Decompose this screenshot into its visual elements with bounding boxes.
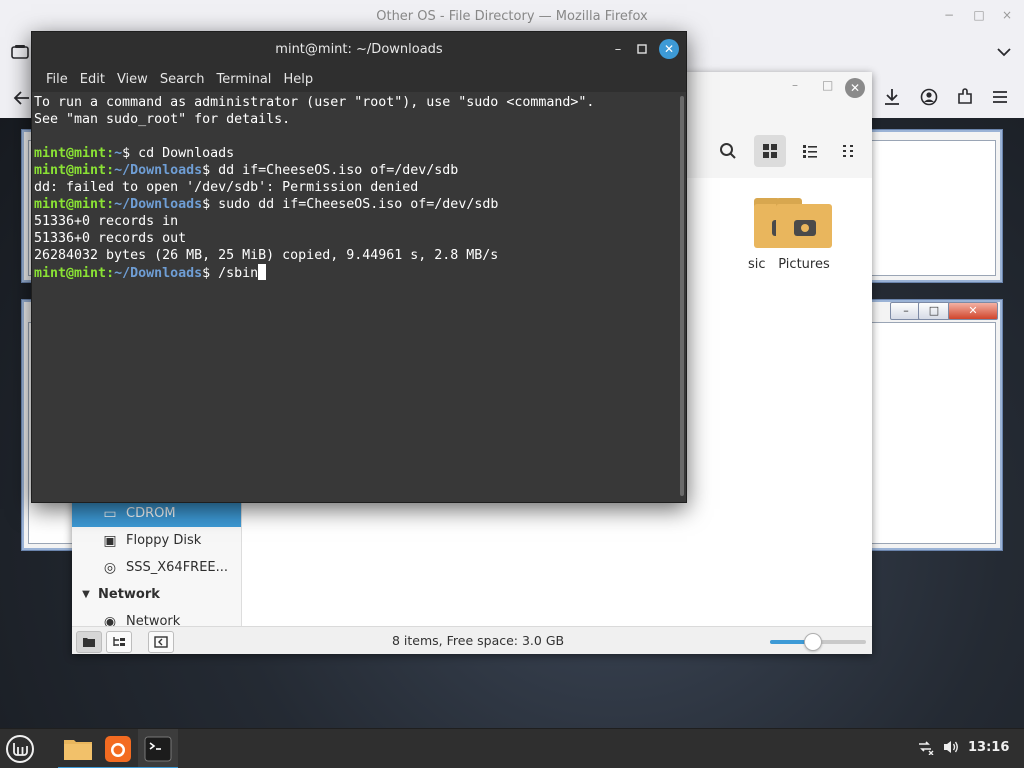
command-text: $ /sbin (202, 266, 259, 281)
network-icon: ◉ (103, 613, 117, 627)
prompt-user: mint@mint (34, 266, 107, 281)
menu-view[interactable]: View (117, 72, 148, 87)
disc-icon: ◎ (103, 559, 117, 576)
command-text: $ sudo dd if=CheeseOS.iso of=/dev/sdb (202, 197, 499, 212)
cdrom-icon: ▭ (103, 505, 117, 522)
files-icon (64, 740, 92, 760)
compact-view-icon[interactable] (833, 135, 865, 167)
menu-icon[interactable] (988, 85, 1012, 109)
chevron-down-icon[interactable] (992, 40, 1016, 64)
terminal-title: mint@mint: ~/Downloads (275, 41, 443, 57)
terminal-icon (144, 736, 172, 762)
terminal-close-button[interactable]: ✕ (659, 39, 679, 59)
terminal-menubar: File Edit View Search Terminal Help (32, 66, 686, 92)
taskbar-terminal-button[interactable] (138, 729, 178, 768)
floppy-icon: ▣ (103, 532, 117, 549)
command-text: $ cd Downloads (122, 146, 235, 161)
terminal-titlebar: mint@mint: ~/Downloads – ✕ (32, 32, 686, 66)
terminal-line: See "man sudo_root" for details. (34, 112, 291, 127)
icon-view-icon[interactable] (754, 135, 786, 167)
sidebar-item-label: CDROM (126, 506, 176, 521)
firefox-maximize-button[interactable]: □ (972, 8, 986, 22)
firefox-minimize-button[interactable]: − (942, 8, 956, 22)
menu-file[interactable]: File (46, 72, 68, 87)
terminal-line: 26284032 bytes (26 MB, 25 MiB) copied, 9… (34, 248, 499, 263)
menu-edit[interactable]: Edit (80, 72, 105, 87)
clock[interactable]: 13:16 (968, 740, 1009, 755)
terminal-line: mint@mint:~/Downloads$ dd if=CheeseOS.is… (34, 163, 459, 178)
menu-search[interactable]: Search (160, 72, 205, 87)
show-tree-button[interactable] (106, 631, 132, 653)
command-text: $ dd if=CheeseOS.iso of=/dev/sdb (202, 163, 459, 178)
prompt-user: mint@mint (34, 146, 107, 161)
terminal-line: dd: failed to open '/dev/sdb': Permissio… (34, 180, 419, 195)
terminal-line: 51336+0 records out (34, 231, 187, 246)
text-cursor (258, 264, 267, 280)
old-maximize-button[interactable]: □ (918, 302, 950, 320)
firefox-icon (105, 736, 131, 762)
terminal-scrollbar[interactable] (680, 96, 684, 496)
terminal-line: 51336+0 records in (34, 214, 179, 229)
zoom-slider-handle[interactable] (804, 633, 823, 651)
prompt-user: mint@mint (34, 163, 107, 178)
start-menu-button[interactable] (0, 729, 40, 768)
prompt-path: ~/Downloads (114, 163, 203, 178)
terminal-line: mint@mint:~/Downloads$ sudo dd if=Cheese… (34, 197, 499, 212)
terminal-output[interactable]: To run a command as administrator (user … (32, 92, 676, 502)
firefox-window-title: Other OS - File Directory — Mozilla Fire… (376, 8, 648, 24)
prompt-path: ~/Downloads (114, 266, 203, 281)
extensions-icon[interactable] (953, 85, 977, 109)
prompt-path: ~/Downloads (114, 197, 203, 212)
firefox-titlebar: Other OS - File Directory — Mozilla Fire… (0, 0, 1024, 32)
sidebar-item-network[interactable]: ◉ Network (72, 608, 241, 627)
terminal-line: To run a command as administrator (user … (34, 95, 595, 110)
sidebar-item-label: Floppy Disk (126, 533, 202, 548)
prompt-path: ~ (114, 146, 123, 161)
tab-list-icon[interactable] (8, 40, 32, 64)
zoom-slider[interactable] (770, 633, 866, 651)
terminal-line: mint@mint:~$ cd Downloads (34, 146, 235, 161)
folder-pictures-icon[interactable] (776, 198, 836, 248)
chevron-down-icon: ▼ (82, 589, 90, 600)
nemo-minimize-button[interactable]: – (792, 78, 806, 92)
mint-logo-icon (6, 735, 34, 763)
taskbar: 13:16 (0, 728, 1024, 768)
folder-label[interactable]: Pictures (754, 257, 854, 272)
account-icon[interactable] (917, 85, 941, 109)
sidebar-section-network[interactable]: ▼ Network (72, 581, 241, 608)
prompt-user: mint@mint (34, 197, 107, 212)
sidebar-item-cdrom[interactable]: ▭ CDROM (72, 500, 241, 527)
nemo-maximize-button[interactable]: □ (822, 78, 836, 92)
download-icon[interactable] (880, 85, 904, 109)
sidebar-item-floppy[interactable]: ▣ Floppy Disk (72, 527, 241, 554)
firefox-close-button[interactable]: × (1000, 8, 1014, 22)
show-places-button[interactable] (76, 631, 102, 653)
terminal-maximize-button[interactable] (632, 39, 652, 59)
taskbar-files-button[interactable] (58, 729, 98, 768)
sidebar-item-sss[interactable]: ◎ SSS_X64FREE... (72, 554, 241, 581)
sidebar-item-label: SSS_X64FREE... (126, 560, 229, 575)
taskbar-firefox-button[interactable] (98, 729, 138, 768)
terminal-line: mint@mint:~/Downloads$ /sbin (34, 264, 674, 281)
hide-sidebar-button[interactable] (148, 631, 174, 653)
status-text: 8 items, Free space: 3.0 GB (392, 633, 565, 648)
sidebar-section-label: Network (98, 587, 160, 602)
menu-terminal[interactable]: Terminal (216, 72, 271, 87)
network-status-icon[interactable] (916, 739, 934, 759)
menu-help[interactable]: Help (283, 72, 313, 87)
file-manager-statusbar: 8 items, Free space: 3.0 GB (72, 626, 872, 654)
terminal-window: mint@mint: ~/Downloads – ✕ File Edit Vie… (31, 31, 687, 503)
volume-icon[interactable] (942, 739, 960, 759)
old-close-button[interactable]: ✕ (948, 302, 998, 320)
nemo-close-button[interactable]: ✕ (845, 78, 865, 98)
list-view-icon[interactable] (794, 135, 826, 167)
search-icon[interactable] (712, 135, 744, 167)
terminal-minimize-button[interactable]: – (608, 39, 628, 59)
sidebar-item-label: Network (126, 614, 181, 626)
